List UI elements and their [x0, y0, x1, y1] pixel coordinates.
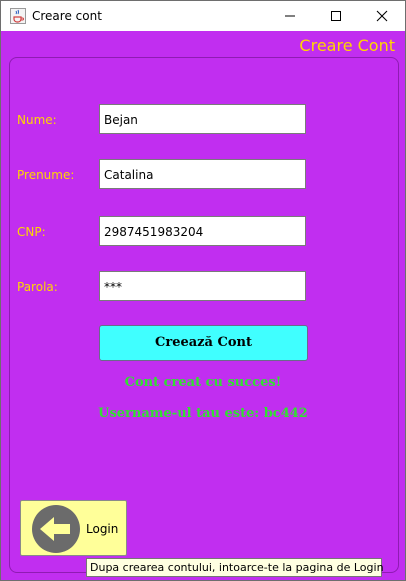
- login-button[interactable]: Login: [20, 500, 127, 556]
- window-title: Creare cont: [32, 9, 102, 23]
- content-area: Creare Cont Nume: Bejan Prenume: Catalin…: [3, 31, 403, 580]
- close-button[interactable]: [359, 1, 405, 31]
- maximize-icon: [331, 11, 341, 21]
- form-panel: [9, 57, 399, 573]
- prenume-field[interactable]: Catalina: [99, 159, 306, 189]
- success-message: Cont creat cu succes!: [124, 375, 282, 390]
- cnp-field[interactable]: 2987451983204: [99, 216, 306, 246]
- create-account-button[interactable]: Creează Cont: [99, 325, 308, 361]
- java-coffee-icon: [10, 8, 26, 24]
- login-tooltip: Dupa crearea contului, intoarce-te la pa…: [86, 558, 384, 577]
- app-window: Creare cont Creare Cont Nume: Bejan Pren…: [0, 0, 406, 581]
- nume-label: Nume:: [17, 113, 57, 127]
- cnp-label: CNP:: [17, 225, 46, 239]
- parola-field[interactable]: ***: [99, 271, 306, 301]
- page-title: Creare Cont: [299, 36, 395, 55]
- prenume-label: Prenume:: [17, 168, 75, 182]
- username-message: Username-ul tau este: bc442: [98, 406, 308, 421]
- maximize-button[interactable]: [313, 1, 359, 31]
- close-icon: [376, 10, 388, 22]
- login-label: Login: [86, 522, 119, 536]
- parola-label: Parola:: [17, 280, 58, 294]
- title-bar: Creare cont: [1, 1, 405, 31]
- minimize-icon: [285, 15, 295, 17]
- arrow-left-icon: [32, 505, 80, 553]
- minimize-button[interactable]: [267, 1, 313, 31]
- nume-field[interactable]: Bejan: [99, 104, 306, 134]
